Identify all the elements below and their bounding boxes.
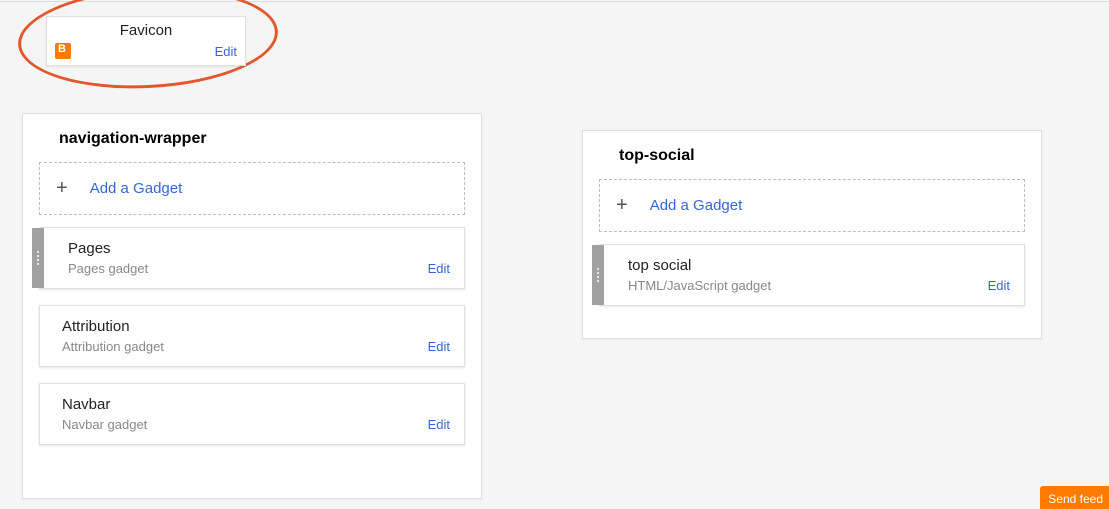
- plus-icon: +: [56, 177, 68, 200]
- gadget-edit-link[interactable]: Edit: [428, 339, 450, 354]
- add-gadget-label: Add a Gadget: [650, 197, 743, 214]
- gadget-text: top social HTML/JavaScript gadget: [628, 257, 988, 293]
- gadget-card-navbar[interactable]: Navbar Navbar gadget Edit: [39, 383, 465, 445]
- gadget-subtitle: HTML/JavaScript gadget: [628, 278, 988, 293]
- top-separator: [0, 1, 1109, 2]
- drag-handle-icon[interactable]: [32, 228, 44, 288]
- blogger-icon: [55, 43, 71, 59]
- add-gadget-button[interactable]: + Add a Gadget: [599, 179, 1025, 232]
- gadget-edit-link[interactable]: Edit: [988, 278, 1010, 293]
- send-feedback-button[interactable]: Send feed: [1040, 486, 1109, 509]
- gadget-subtitle: Attribution gadget: [62, 339, 428, 354]
- top-social-panel: top-social + Add a Gadget top social HTM…: [582, 130, 1042, 339]
- gadget-card-attribution[interactable]: Attribution Attribution gadget Edit: [39, 305, 465, 367]
- navigation-wrapper-panel: navigation-wrapper + Add a Gadget Pages …: [22, 113, 482, 499]
- gadget-text: Pages Pages gadget: [68, 240, 428, 276]
- panels-row: navigation-wrapper + Add a Gadget Pages …: [22, 113, 1042, 499]
- favicon-edit-link[interactable]: Edit: [215, 44, 237, 59]
- gadget-text: Attribution Attribution gadget: [62, 318, 428, 354]
- gadget-card-top-social[interactable]: top social HTML/JavaScript gadget Edit: [599, 244, 1025, 306]
- panel-title: navigation-wrapper: [39, 130, 465, 148]
- gadget-edit-link[interactable]: Edit: [428, 261, 450, 276]
- gadget-subtitle: Pages gadget: [68, 261, 428, 276]
- plus-icon: +: [616, 194, 628, 217]
- gadget-title: Pages: [68, 240, 428, 257]
- gadget-subtitle: Navbar gadget: [62, 417, 428, 432]
- gadget-card-pages[interactable]: Pages Pages gadget Edit: [39, 227, 465, 289]
- gadget-title: Attribution: [62, 318, 428, 335]
- panel-title: top-social: [599, 147, 1025, 165]
- gadget-title: top social: [628, 257, 988, 274]
- drag-handle-icon[interactable]: [592, 245, 604, 305]
- gadget-text: Navbar Navbar gadget: [62, 396, 428, 432]
- gadget-title: Navbar: [62, 396, 428, 413]
- add-gadget-label: Add a Gadget: [90, 180, 183, 197]
- favicon-title: Favicon: [47, 17, 245, 39]
- favicon-card: Favicon Edit: [46, 16, 246, 66]
- gadget-edit-link[interactable]: Edit: [428, 417, 450, 432]
- favicon-row: Edit: [47, 39, 245, 65]
- add-gadget-button[interactable]: + Add a Gadget: [39, 162, 465, 215]
